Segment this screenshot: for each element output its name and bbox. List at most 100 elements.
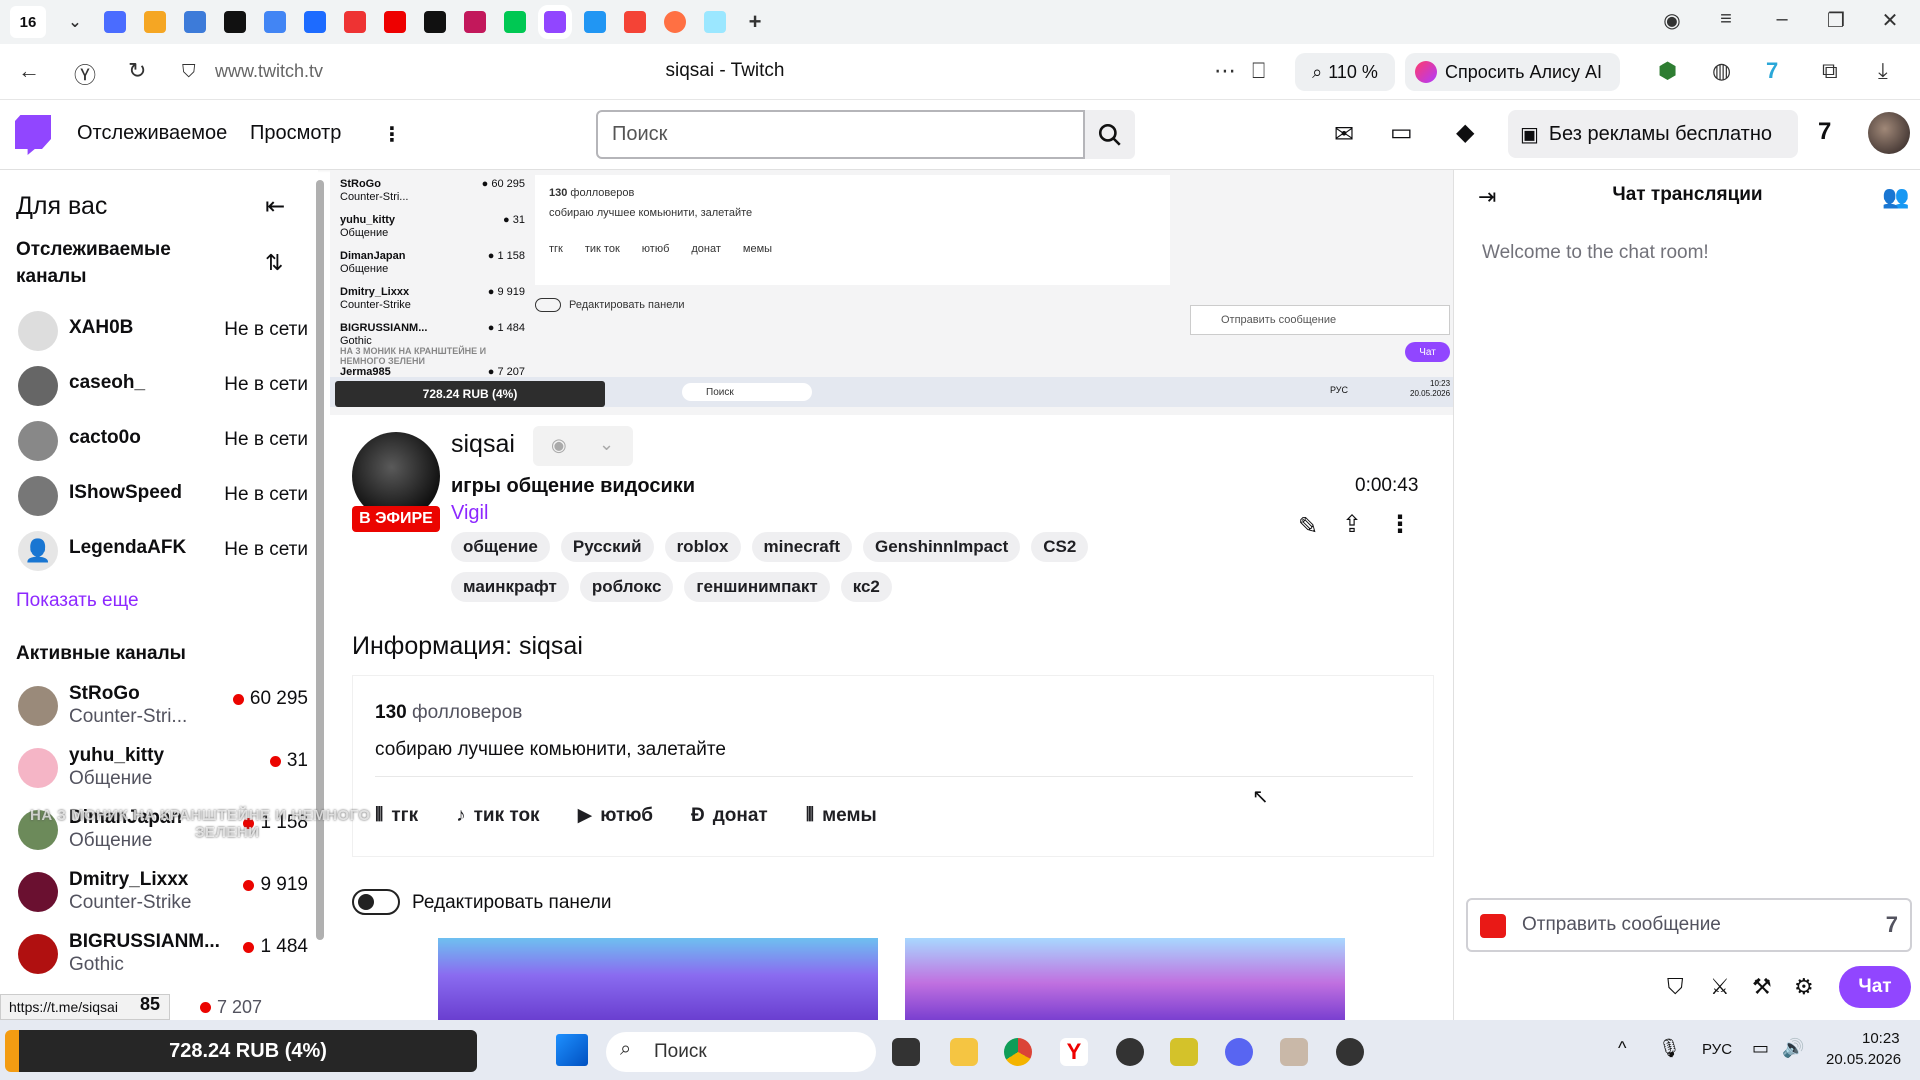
link-tiktok[interactable]: ♪ тик ток	[456, 804, 539, 827]
alice-button[interactable]: Спросить Алису AI	[1405, 53, 1620, 91]
chrome-icon[interactable]	[1004, 1038, 1032, 1066]
tab-count-button[interactable]: 16	[10, 6, 46, 38]
new-tab-icon[interactable]: +	[744, 9, 766, 34]
hammer-icon[interactable]: ⚒	[1752, 974, 1772, 1000]
link-donate[interactable]: Ðдонат	[691, 804, 768, 827]
twitch-logo-icon[interactable]	[15, 115, 51, 155]
7tv-icon[interactable]: 7	[1766, 58, 1778, 84]
extension-icon-1[interactable]: ⬢	[1658, 58, 1677, 84]
microphone-icon[interactable]: 🎙	[1658, 1038, 1681, 1059]
7tv-emote-icon[interactable]: 7	[1886, 912, 1898, 938]
streamer-name[interactable]: siqsai	[451, 430, 515, 459]
sidebar-followed-channel[interactable]: IShowSpeed Не в сети	[18, 470, 308, 520]
tab-favicon-2[interactable]	[144, 11, 166, 33]
windows-start-icon[interactable]	[556, 1034, 588, 1066]
yandex-browser-icon[interactable]: Y	[1060, 1038, 1088, 1066]
sidebar-active-channel[interactable]: Dmitry_Lixxx Counter-Strike 9 919	[18, 866, 308, 916]
tag[interactable]: CS2	[1031, 532, 1089, 562]
sidebar-active-channel[interactable]: yuhu_kitty Общение 31	[18, 742, 308, 792]
edit-pencil-icon[interactable]: ✎	[1298, 512, 1318, 541]
link-tgk[interactable]: ⦀ тгк	[375, 804, 418, 827]
chat-send-button[interactable]: Чат	[1839, 966, 1911, 1008]
stream-game-link[interactable]: Vigil	[451, 502, 488, 525]
search-input[interactable]: Поиск	[596, 110, 1085, 159]
volume-icon[interactable]: 🔊	[1782, 1038, 1804, 1059]
collections-icon[interactable]: ⧉	[1822, 58, 1838, 84]
more-vertical-icon[interactable]: ⋮	[382, 122, 402, 147]
close-window-icon[interactable]: ✕	[1870, 8, 1910, 33]
minimize-icon[interactable]: –	[1762, 8, 1802, 31]
search-button[interactable]	[1085, 110, 1135, 159]
tab-favicon-15[interactable]	[664, 11, 686, 33]
download-icon[interactable]: ⤓	[1878, 58, 1888, 84]
tag[interactable]: roblox	[664, 532, 741, 562]
file-explorer-icon[interactable]	[950, 1038, 978, 1066]
edit-panels-toggle[interactable]	[352, 889, 400, 915]
sidebar-followed-channel[interactable]: XAH0B Не в сети	[18, 305, 308, 355]
no-ads-button[interactable]: ▣ Без рекламы бесплатно	[1508, 110, 1798, 158]
sidebar-active-channel[interactable]: BIGRUSSIANM... Gothic 1 484	[18, 928, 308, 978]
zoom-indicator[interactable]: ⌕ 110 %	[1295, 53, 1395, 91]
restore-icon[interactable]: ❐	[1816, 8, 1856, 33]
sword-icon[interactable]: ⚔	[1710, 974, 1730, 1000]
sort-icon[interactable]: ⇅	[265, 250, 283, 276]
tag[interactable]: геншинимпакт	[684, 572, 830, 602]
tab-favicon-14[interactable]	[624, 11, 646, 33]
network-icon[interactable]: ▭	[1752, 1038, 1769, 1059]
link-youtube[interactable]: ▶ ютюб	[578, 804, 653, 827]
tag[interactable]: minecraft	[751, 532, 853, 562]
tabs-dropdown-icon[interactable]: ⌄	[64, 11, 86, 33]
prime-diamond-icon[interactable]: ◆	[1456, 118, 1474, 147]
clock-date[interactable]: 20.05.2026	[1826, 1051, 1901, 1068]
more-options-icon[interactable]: ⋮	[1388, 510, 1412, 539]
settings-gear-icon[interactable]: ⚙	[1794, 974, 1814, 1000]
notification-button[interactable]: ◉ ⌄	[533, 426, 633, 466]
tag[interactable]: общение	[451, 532, 550, 562]
users-icon[interactable]: 👥	[1882, 184, 1909, 210]
taskbar-search[interactable]: ⌕ Поиск	[606, 1032, 876, 1072]
tag[interactable]: кс2	[840, 572, 892, 602]
tab-favicon-16[interactable]	[704, 11, 726, 33]
tab-favicon-10[interactable]	[464, 11, 486, 33]
discord-icon[interactable]	[1225, 1038, 1253, 1066]
nav-browse[interactable]: Просмотр	[250, 122, 341, 145]
show-more-link[interactable]: Показать еще	[16, 590, 139, 612]
link-memes[interactable]: ⦀ мемы	[806, 804, 877, 827]
clock-time[interactable]: 10:23	[1862, 1030, 1900, 1047]
tray-chevron-icon[interactable]: ^	[1618, 1038, 1626, 1059]
globe-icon[interactable]: ◍	[1712, 58, 1731, 84]
app-icon-3[interactable]	[1280, 1038, 1308, 1066]
tab-favicon-4[interactable]	[224, 11, 246, 33]
tab-favicon-6[interactable]	[304, 11, 326, 33]
tab-favicon-9[interactable]	[424, 11, 446, 33]
more-dots-icon[interactable]: ⋯	[1214, 58, 1236, 84]
bookmark-icon[interactable]: ⎕	[1252, 58, 1265, 84]
tab-favicon-twitch[interactable]	[538, 5, 572, 39]
7tv-nav-icon[interactable]: 7	[1818, 118, 1831, 146]
tag[interactable]: маинкрафт	[451, 572, 569, 602]
task-view-icon[interactable]	[892, 1038, 920, 1066]
tab-favicon-1[interactable]	[104, 11, 126, 33]
profile-icon[interactable]: ◉	[1652, 8, 1692, 33]
tab-favicon-kick[interactable]	[504, 11, 526, 33]
user-avatar[interactable]	[1868, 112, 1910, 154]
tab-favicon-3[interactable]	[184, 11, 206, 33]
sidebar-followed-channel[interactable]: caseoh_ Не в сети	[18, 360, 308, 410]
whispers-icon[interactable]: ▭	[1390, 118, 1413, 147]
stream-video-player[interactable]: StRoGo Counter-Stri... ● 60 295 yuhu_kitty…	[330, 170, 1453, 415]
inbox-icon[interactable]: ✉	[1334, 120, 1354, 149]
sidebar-followed-channel[interactable]: cacto0o Не в сети	[18, 415, 308, 465]
tab-favicon-13[interactable]	[584, 11, 606, 33]
panel-image-1[interactable]	[438, 938, 878, 1020]
tag[interactable]: Русский	[560, 532, 654, 562]
language-indicator[interactable]: РУС	[1702, 1041, 1732, 1058]
sidebar-scrollbar[interactable]	[316, 180, 326, 1010]
sidebar-active-channel[interactable]: StRoGo Counter-Stri... 60 295	[18, 680, 308, 730]
collapse-sidebar-icon[interactable]: ⇤	[265, 192, 285, 221]
share-icon[interactable]: ⇪	[1342, 510, 1362, 539]
menu-icon[interactable]: ≡	[1706, 8, 1746, 31]
chat-message-input[interactable]: Отправить сообщение 7	[1466, 898, 1912, 952]
panel-image-2[interactable]	[905, 938, 1345, 1020]
tab-favicon-google[interactable]	[264, 11, 286, 33]
nav-following[interactable]: Отслеживаемое	[77, 122, 227, 145]
